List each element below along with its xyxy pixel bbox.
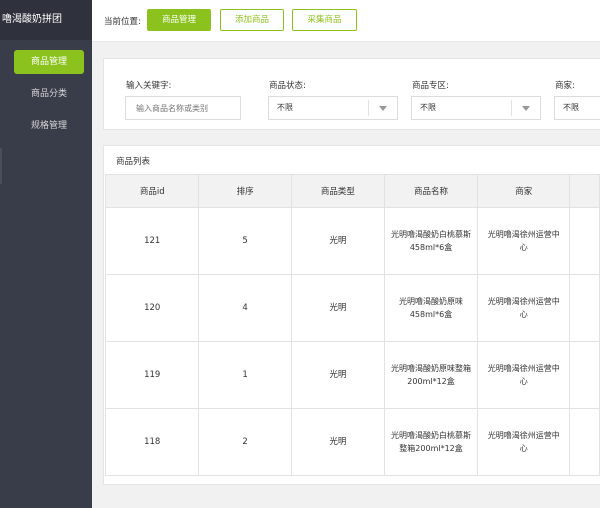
- table-row[interactable]: 121 5 光明 光明噜渴酸奶白桃慕斯458ml*6盒 光明噜渴徐州运营中心: [104, 207, 600, 275]
- cell-id: 120: [104, 274, 200, 342]
- product-list-panel: 商品列表 商品id 排序 商品类型 商品名称 商家 121 5 光明 光明噜渴酸…: [103, 145, 600, 485]
- column-header-name[interactable]: 商品名称: [384, 174, 479, 208]
- sidebar-item-product-category[interactable]: 商品分类: [14, 82, 84, 106]
- sidebar-item-spec-management[interactable]: 规格管理: [14, 114, 84, 138]
- filter-panel: 输入关键字: 商品状态: 不限 商品专区: 不限 商家: 不限: [103, 58, 600, 130]
- table-header-row: 商品id 排序 商品类型 商品名称 商家: [104, 174, 600, 208]
- select-divider: [511, 100, 512, 116]
- cell-merchant: 光明噜渴徐州运营中心: [477, 408, 571, 476]
- cell-type: 光明: [290, 408, 386, 476]
- column-header-id[interactable]: 商品id: [104, 174, 200, 208]
- merchant-select-value: 不限: [563, 103, 579, 112]
- cell-extra: [569, 408, 600, 476]
- merchant-label: 商家:: [555, 81, 575, 91]
- cell-id: 118: [104, 408, 200, 476]
- chevron-down-icon: [522, 106, 530, 111]
- header-bar: 当前位置: 商品管理 添加商品 采集商品: [92, 0, 600, 42]
- cell-name: 光明噜渴酸奶原味整箱200ml*12盒: [384, 341, 479, 409]
- tab-collect-product[interactable]: 采集商品: [292, 9, 357, 31]
- cell-extra: [569, 207, 600, 275]
- sidebar: 嚕渴酸奶拼团 商品管理 商品分类 规格管理: [0, 0, 92, 508]
- zone-label: 商品专区:: [412, 81, 449, 91]
- cell-extra: [569, 274, 600, 342]
- select-divider: [368, 100, 369, 116]
- cell-sort: 5: [198, 207, 292, 275]
- app-title: 嚕渴酸奶拼团: [0, 0, 92, 40]
- chevron-down-icon: [379, 106, 387, 111]
- cell-merchant: 光明噜渴徐州运营中心: [477, 207, 571, 275]
- cell-sort: 2: [198, 408, 292, 476]
- list-title: 商品列表: [116, 157, 151, 167]
- column-header-merchant[interactable]: 商家: [477, 174, 571, 208]
- column-header-type[interactable]: 商品类型: [290, 174, 386, 208]
- cell-type: 光明: [290, 274, 386, 342]
- merchant-select[interactable]: 不限: [554, 96, 600, 120]
- column-header-extra: [569, 174, 600, 208]
- cell-id: 121: [104, 207, 200, 275]
- sidebar-edge-divider: [0, 148, 2, 184]
- cell-extra: [569, 341, 600, 409]
- status-label: 商品状态:: [269, 81, 306, 91]
- status-select[interactable]: 不限: [268, 96, 398, 120]
- cell-merchant: 光明噜渴徐州运营中心: [477, 274, 571, 342]
- zone-select[interactable]: 不限: [411, 96, 541, 120]
- cell-id: 119: [104, 341, 200, 409]
- breadcrumb-label: 当前位置:: [104, 17, 141, 27]
- cell-sort: 4: [198, 274, 292, 342]
- column-header-sort[interactable]: 排序: [198, 174, 292, 208]
- cell-merchant: 光明噜渴徐州运营中心: [477, 341, 571, 409]
- cell-name: 光明噜渴酸奶原味458ml*6盒: [384, 274, 479, 342]
- tab-product-management[interactable]: 商品管理: [147, 9, 211, 31]
- product-table: 商品id 排序 商品类型 商品名称 商家 121 5 光明 光明噜渴酸奶白桃慕斯…: [104, 174, 600, 476]
- cell-sort: 1: [198, 341, 292, 409]
- keyword-search-input[interactable]: [125, 96, 241, 120]
- table-row[interactable]: 119 1 光明 光明噜渴酸奶原味整箱200ml*12盒 光明噜渴徐州运营中心: [104, 341, 600, 409]
- keyword-label: 输入关键字:: [126, 81, 172, 91]
- table-row[interactable]: 118 2 光明 光明噜渴酸奶白桃慕斯整箱200ml*12盒 光明噜渴徐州运营中…: [104, 408, 600, 476]
- status-select-value: 不限: [277, 103, 293, 112]
- cell-name: 光明噜渴酸奶白桃慕斯整箱200ml*12盒: [384, 408, 479, 476]
- cell-type: 光明: [290, 341, 386, 409]
- cell-type: 光明: [290, 207, 386, 275]
- tab-add-product[interactable]: 添加商品: [220, 9, 284, 31]
- cell-name: 光明噜渴酸奶白桃慕斯458ml*6盒: [384, 207, 479, 275]
- sidebar-item-product-management[interactable]: 商品管理: [14, 50, 84, 74]
- table-row[interactable]: 120 4 光明 光明噜渴酸奶原味458ml*6盒 光明噜渴徐州运营中心: [104, 274, 600, 342]
- zone-select-value: 不限: [420, 103, 436, 112]
